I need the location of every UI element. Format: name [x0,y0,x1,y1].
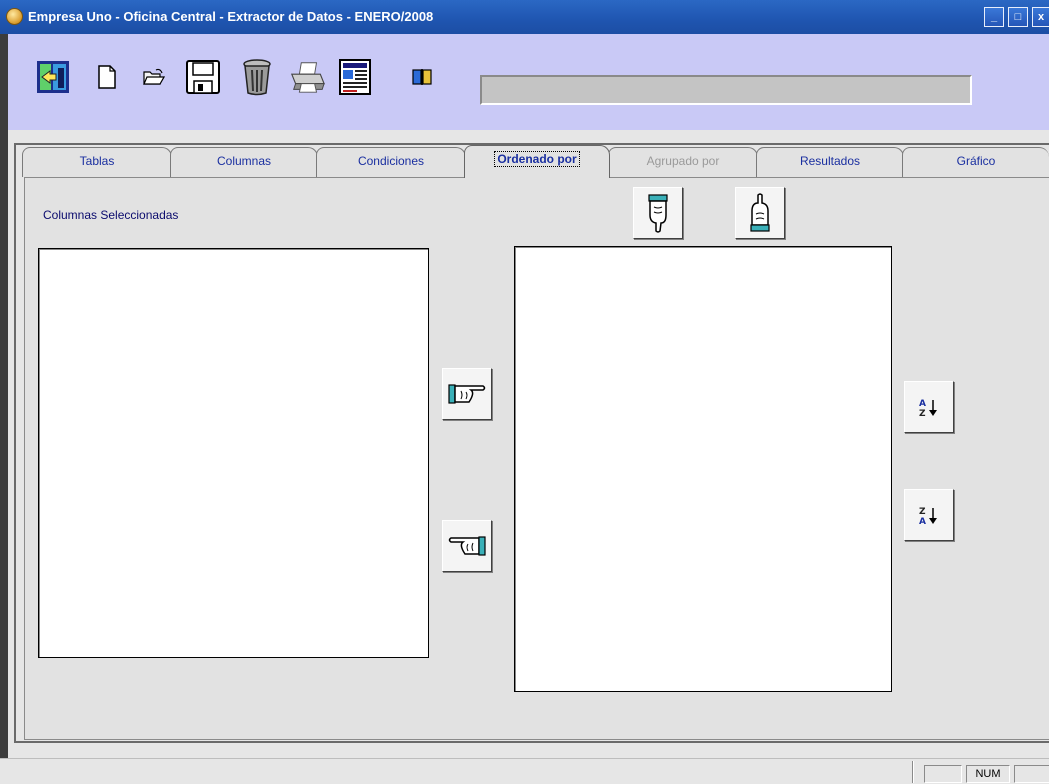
report-button[interactable] [336,58,374,96]
status-separator [912,761,914,783]
tab-label: Gráfico [956,154,996,168]
tab-label: Condiciones [357,154,425,168]
trash-icon [243,59,271,96]
exit-button[interactable] [34,58,72,96]
help-button[interactable] [403,58,441,96]
tab-columnas[interactable]: Columnas [170,147,318,177]
open-folder-icon [143,68,165,85]
tab-label: Columnas [216,154,272,168]
exit-icon [37,61,69,93]
tab-label: Agrupado por [646,154,720,168]
tab-condiciones[interactable]: Condiciones [316,147,466,177]
save-button[interactable] [184,58,222,96]
delete-button[interactable] [238,58,276,96]
sort-ascending-button[interactable]: A Z [904,381,954,433]
hand-pointing-right-icon [448,384,486,404]
hand-pointing-left-icon [448,536,486,556]
sort-ascending-icon: A Z [919,399,937,418]
new-document-icon [98,65,116,89]
save-disk-icon [186,60,220,94]
report-icon [339,59,371,95]
sort-descending-icon: Z A [919,507,937,526]
status-bar: NUM [0,758,1049,784]
window-frame [0,34,8,758]
status-pane-num: NUM [966,765,1010,783]
svg-text:Z: Z [919,409,926,418]
selected-columns-list[interactable] [38,248,429,658]
tab-label: Tablas [79,154,115,168]
status-pane-scroll [1014,765,1049,783]
book-icon [412,69,432,85]
progress-bar [480,75,972,105]
new-button[interactable] [88,58,126,96]
open-button[interactable] [135,58,173,96]
toolbar [8,34,1049,130]
tab-label: Resultados [799,154,861,168]
hand-pointing-up-icon [750,193,770,232]
print-button[interactable] [288,58,326,96]
maximize-button[interactable]: □ [1008,7,1028,27]
tab-ordenado-por[interactable]: Ordenado por [464,145,610,178]
tab-agrupado-por[interactable]: Agrupado por [608,147,758,177]
sort-descending-button[interactable]: Z A [904,489,954,541]
close-button[interactable]: x [1032,7,1049,27]
tab-label: Ordenado por [494,151,580,167]
add-column-button[interactable] [442,368,492,420]
status-pane-caps [924,765,962,783]
tab-tablas[interactable]: Tablas [22,147,172,177]
tab-grafico[interactable]: Gráfico [902,147,1049,177]
title-bar[interactable]: Empresa Uno - Oficina Central - Extracto… [0,0,1049,34]
move-down-button[interactable] [633,187,683,239]
order-columns-list[interactable] [514,246,892,692]
svg-text:Z: Z [919,507,926,517]
selected-columns-label: Columnas Seleccionadas [43,208,179,222]
move-up-button[interactable] [735,187,785,239]
svg-text:A: A [919,399,926,409]
svg-text:A: A [919,517,926,526]
print-icon [290,62,325,93]
window-title: Empresa Uno - Oficina Central - Extracto… [28,9,434,24]
tab-resultados[interactable]: Resultados [756,147,904,177]
app-icon [6,8,23,25]
minimize-button[interactable]: _ [984,7,1004,27]
hand-pointing-down-icon [648,194,668,233]
remove-column-button[interactable] [442,520,492,572]
